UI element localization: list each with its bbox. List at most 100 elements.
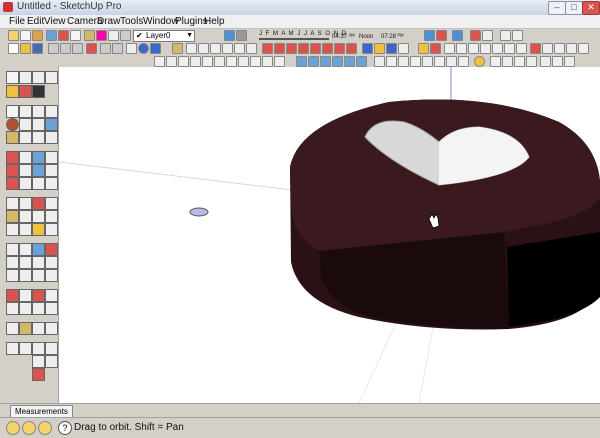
sandbox-stamp-icon[interactable]: [45, 210, 58, 223]
dim-1-icon[interactable]: [154, 56, 165, 67]
spline-icon[interactable]: [45, 243, 58, 256]
rectangle-tool-icon[interactable]: [6, 105, 19, 118]
curviloft-icon[interactable]: [6, 342, 19, 355]
zoom-extents-icon[interactable]: [32, 177, 45, 190]
line-icon[interactable]: [46, 30, 57, 41]
sandbox-1-icon[interactable]: [444, 43, 455, 54]
fredo-6-icon[interactable]: [19, 302, 32, 315]
sandbox-7-icon[interactable]: [516, 43, 527, 54]
eraser2-icon[interactable]: [430, 43, 441, 54]
select-icon[interactable]: [8, 30, 19, 41]
round-corner-icon[interactable]: [6, 322, 19, 335]
followme-tool-icon[interactable]: [45, 118, 58, 131]
plugin-5-icon[interactable]: [6, 269, 19, 282]
fredo-7-icon[interactable]: [32, 302, 45, 315]
face-style-icon[interactable]: [424, 30, 435, 41]
eraser-icon[interactable]: [20, 30, 31, 41]
curve-icon[interactable]: [19, 243, 32, 256]
sandbox-smoove-icon[interactable]: [32, 210, 45, 223]
plugin-2-icon[interactable]: [19, 256, 32, 269]
polygon-tool-icon[interactable]: [6, 131, 19, 144]
model-viewport[interactable]: [59, 67, 600, 403]
sandbox-flip-icon[interactable]: [32, 223, 45, 236]
delete-icon[interactable]: [86, 43, 97, 54]
tape-icon[interactable]: [120, 30, 131, 41]
push-pull-tool-icon[interactable]: [45, 105, 58, 118]
views-icon[interactable]: [198, 43, 209, 54]
dim-4-icon[interactable]: [190, 56, 201, 67]
walk-tool-icon[interactable]: [32, 197, 45, 210]
soap-skin-icon[interactable]: [32, 368, 45, 381]
fredo-3-icon[interactable]: [32, 289, 45, 302]
style-6-icon[interactable]: [322, 43, 333, 54]
display-7-icon[interactable]: [446, 56, 457, 67]
solid-4-icon[interactable]: [566, 43, 577, 54]
help-icon[interactable]: ?: [58, 421, 72, 435]
zoom-tool-icon[interactable]: [32, 164, 45, 177]
display-3-icon[interactable]: [398, 56, 409, 67]
tools-on-surface-icon[interactable]: [45, 322, 58, 335]
sandbox-contours-icon[interactable]: [6, 210, 19, 223]
credits-icon[interactable]: [22, 421, 36, 435]
render-1-icon[interactable]: [490, 56, 501, 67]
view-right-icon[interactable]: [332, 56, 343, 67]
smooth-icon[interactable]: [45, 342, 58, 355]
component-icon[interactable]: [172, 43, 183, 54]
sandbox-drape-icon[interactable]: [6, 223, 19, 236]
plugin-1-icon[interactable]: [6, 256, 19, 269]
arc-icon[interactable]: [58, 30, 69, 41]
weld-icon[interactable]: [32, 355, 45, 368]
dimension-icon[interactable]: [19, 151, 32, 164]
sandbox-4-icon[interactable]: [480, 43, 491, 54]
freehand-tool-icon[interactable]: [19, 131, 32, 144]
dim-8-icon[interactable]: [238, 56, 249, 67]
look-around-tool-icon[interactable]: [45, 197, 58, 210]
view-back-icon[interactable]: [344, 56, 355, 67]
joint-push-pull-icon[interactable]: [32, 322, 45, 335]
layer-select[interactable]: ✔ Layer0 ▼: [133, 30, 195, 42]
menu-help[interactable]: Help: [204, 16, 225, 27]
xray-icon[interactable]: [436, 30, 447, 41]
display-1-icon[interactable]: [374, 56, 385, 67]
render-6-icon[interactable]: [552, 56, 563, 67]
undo2-icon[interactable]: [100, 43, 111, 54]
redo-icon[interactable]: [482, 30, 493, 41]
render-3-icon[interactable]: [514, 56, 525, 67]
shadow-icon[interactable]: [224, 30, 235, 41]
dim-2-icon[interactable]: [166, 56, 177, 67]
menu-window[interactable]: Window: [143, 16, 179, 27]
camera-4-icon[interactable]: [398, 43, 409, 54]
print-icon[interactable]: [500, 30, 511, 41]
push-pull-icon[interactable]: [84, 30, 95, 41]
display-8-icon[interactable]: [458, 56, 469, 67]
plugin-3-icon[interactable]: [32, 256, 45, 269]
view-front-icon[interactable]: [320, 56, 331, 67]
copy-icon[interactable]: [60, 43, 71, 54]
rotate-tool-icon[interactable]: [32, 118, 45, 131]
solid-1-icon[interactable]: [530, 43, 541, 54]
shape-bender-icon[interactable]: [19, 322, 32, 335]
pencil-icon[interactable]: [418, 43, 429, 54]
house-icon[interactable]: [186, 43, 197, 54]
paint-bucket-icon[interactable]: [32, 71, 45, 84]
previous-view-icon[interactable]: [45, 177, 58, 190]
close-button[interactable]: ✕: [582, 1, 600, 15]
menu-tools[interactable]: Tools: [120, 16, 143, 27]
menu-draw[interactable]: Draw: [97, 16, 120, 27]
dim-9-icon[interactable]: [250, 56, 261, 67]
globe-icon[interactable]: [138, 43, 149, 54]
select-tool-icon[interactable]: [6, 71, 19, 84]
move-icon[interactable]: [96, 30, 107, 41]
protractor-icon[interactable]: [6, 164, 19, 177]
style-7-icon[interactable]: [334, 43, 345, 54]
cleanup-icon[interactable]: [45, 355, 58, 368]
info-icon[interactable]: [474, 56, 485, 67]
move-tool-icon[interactable]: [32, 105, 45, 118]
fredo-4-icon[interactable]: [45, 289, 58, 302]
dim-6-icon[interactable]: [214, 56, 225, 67]
menu-view[interactable]: View: [44, 16, 66, 27]
open-icon[interactable]: [20, 43, 31, 54]
menu-plugins[interactable]: Plugins: [175, 16, 208, 27]
fredo-5-icon[interactable]: [6, 302, 19, 315]
walk-icon[interactable]: [45, 71, 58, 84]
